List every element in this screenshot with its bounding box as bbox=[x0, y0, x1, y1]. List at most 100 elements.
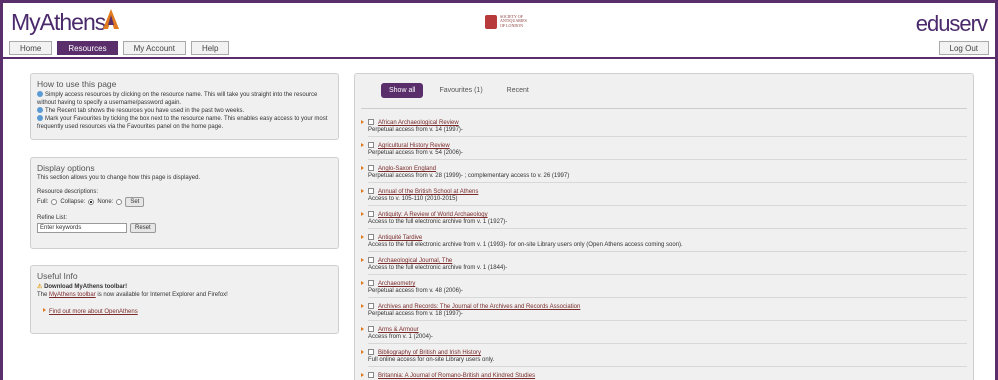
resource-item: African Archaeological Review Perpetual a… bbox=[361, 119, 967, 137]
info-bullet-icon bbox=[37, 91, 43, 97]
display-options-panel: Display options This section allows you … bbox=[30, 157, 339, 249]
arrow-right-icon bbox=[361, 166, 364, 170]
tab-home[interactable]: Home bbox=[9, 41, 53, 55]
useful-info-title: Useful Info bbox=[37, 271, 78, 281]
favourite-checkbox[interactable] bbox=[368, 257, 374, 263]
find-out-more-link[interactable]: Find out more about OpenAthens bbox=[49, 309, 138, 315]
collapse-label: Collapse: bbox=[60, 199, 86, 205]
useful-info-panel: Useful Info ⚠ Download MyAthens toolbar!… bbox=[30, 265, 339, 334]
tab-recent[interactable]: Recent bbox=[499, 83, 537, 98]
toolbar-info-line: The MyAthens toolbar is now available fo… bbox=[37, 292, 228, 298]
resource-title-link[interactable]: Archives and Records: The Journal of the… bbox=[378, 304, 580, 310]
favourite-checkbox[interactable] bbox=[368, 326, 374, 332]
divider bbox=[368, 159, 967, 160]
resource-description: Perpetual access from v. 54 (2006)- bbox=[368, 150, 463, 156]
arrow-right-icon bbox=[361, 235, 364, 239]
descriptions-row: Full: Collapse: None: Set bbox=[37, 197, 332, 207]
resource-item: Antiquité Tardive Access to the full elec… bbox=[361, 234, 967, 252]
divider bbox=[368, 343, 967, 344]
refine-input[interactable]: Enter keywords bbox=[37, 223, 127, 233]
arrow-right-icon bbox=[361, 304, 364, 308]
set-button[interactable]: Set bbox=[125, 197, 145, 207]
favourite-checkbox[interactable] bbox=[368, 280, 374, 286]
myathens-toolbar-link[interactable]: MyAthens toolbar bbox=[49, 292, 96, 298]
resource-description: Perpetual access from v. 48 (2006)- bbox=[368, 288, 463, 294]
divider bbox=[368, 366, 967, 367]
resource-title-link[interactable]: Britannia: A Journal of Romano-British a… bbox=[378, 373, 535, 379]
resource-description: Access to the full electronic archive fr… bbox=[368, 219, 508, 225]
resource-item: Annual of the British School at Athens Ac… bbox=[361, 188, 967, 206]
resource-title-link[interactable]: Annual of the British School at Athens bbox=[378, 189, 478, 195]
how-to-item: Simply access resources by clicking on t… bbox=[37, 91, 318, 106]
favourite-checkbox[interactable] bbox=[368, 165, 374, 171]
divider bbox=[368, 228, 967, 229]
download-toolbar-heading: ⚠ Download MyAthens toolbar! bbox=[37, 284, 128, 290]
logout-button[interactable]: Log Out bbox=[938, 41, 989, 55]
favourite-checkbox[interactable] bbox=[368, 188, 374, 194]
resource-description: Access to v. 105-110 (2010-2015) bbox=[368, 196, 458, 202]
resource-title-link[interactable]: Agricultural History Review bbox=[378, 143, 450, 149]
main-nav: Home Resources My Account Help bbox=[9, 41, 230, 55]
tab-my-account[interactable]: My Account bbox=[122, 41, 186, 55]
tab-show-all[interactable]: Show all bbox=[381, 82, 424, 98]
reset-button[interactable]: Reset bbox=[130, 223, 156, 233]
resource-item: Arms & Armour Access from v. 1 (2004)- bbox=[361, 326, 967, 344]
divider bbox=[368, 205, 967, 206]
resource-title-link[interactable]: Bibliography of British and Irish Histor… bbox=[378, 350, 481, 356]
how-to-title: How to use this page bbox=[37, 79, 117, 89]
refine-row: Enter keywords Reset bbox=[37, 223, 332, 233]
divider bbox=[368, 297, 967, 298]
favourite-checkbox[interactable] bbox=[368, 211, 374, 217]
resource-description: Access to the full electronic archive fr… bbox=[368, 265, 508, 271]
resource-item: Antiquity: A Review of World Archaeology… bbox=[361, 211, 967, 229]
resource-description: Access from v. 1 (2004)- bbox=[368, 334, 433, 340]
resource-title-link[interactable]: Antiquité Tardive bbox=[378, 235, 422, 241]
collapse-radio[interactable] bbox=[88, 199, 95, 205]
favourite-checkbox[interactable] bbox=[368, 234, 374, 240]
eduserv-logo: eduserv bbox=[915, 11, 988, 36]
resource-item: Archives and Records: The Journal of the… bbox=[361, 303, 967, 321]
resource-title-link[interactable]: Archaeometry bbox=[378, 281, 415, 287]
divider bbox=[361, 108, 967, 109]
arrow-right-icon bbox=[361, 327, 364, 331]
tab-favourites[interactable]: Favourites (1) bbox=[431, 83, 490, 98]
info-bullet-icon bbox=[37, 107, 43, 113]
resource-item: Archaeological Journal, The Access to the… bbox=[361, 257, 967, 275]
favourite-checkbox[interactable] bbox=[368, 142, 374, 148]
divider bbox=[368, 274, 967, 275]
resource-title-link[interactable]: African Archaeological Review bbox=[378, 120, 459, 126]
athens-logo-icon bbox=[103, 9, 119, 29]
header: MyAthens SOCIETY OF ANTIQUARIES OF LONDO… bbox=[3, 3, 995, 56]
find-out-more-row: Find out more about OpenAthens bbox=[43, 308, 332, 315]
society-line-3: OF LONDON bbox=[500, 22, 523, 28]
myathens-logo[interactable]: MyAthens bbox=[11, 9, 106, 36]
info-bullet-icon bbox=[37, 115, 43, 121]
resource-title-link[interactable]: Antiquity: A Review of World Archaeology bbox=[378, 212, 488, 218]
arrow-right-icon bbox=[361, 120, 364, 124]
resources-tabs: Show all Favourites (1) Recent bbox=[381, 80, 967, 100]
favourite-checkbox[interactable] bbox=[368, 119, 374, 125]
tab-help[interactable]: Help bbox=[190, 41, 230, 55]
resource-title-link[interactable]: Anglo-Saxon England bbox=[378, 166, 436, 172]
resource-title-link[interactable]: Arms & Armour bbox=[378, 327, 419, 333]
resource-item: Bibliography of British and Irish Histor… bbox=[361, 349, 967, 367]
arrow-right-icon bbox=[361, 189, 364, 193]
resource-title-link[interactable]: Archaeological Journal, The bbox=[378, 258, 452, 264]
divider bbox=[368, 251, 967, 252]
crest-icon bbox=[485, 14, 497, 29]
full-radio[interactable] bbox=[51, 199, 58, 205]
favourite-checkbox[interactable] bbox=[368, 372, 374, 378]
resource-description: Perpetual access from v. 14 (1997)- bbox=[368, 127, 463, 133]
descriptions-label: Resource descriptions: bbox=[37, 189, 99, 195]
none-radio[interactable] bbox=[116, 199, 123, 205]
resource-description: Access to the full electronic archive fr… bbox=[368, 242, 683, 248]
favourite-checkbox[interactable] bbox=[368, 303, 374, 309]
how-to-panel: How to use this page Simply access resou… bbox=[30, 73, 339, 140]
tab-resources[interactable]: Resources bbox=[57, 41, 118, 55]
favourite-checkbox[interactable] bbox=[368, 349, 374, 355]
divider bbox=[368, 182, 967, 183]
resource-list: African Archaeological Review Perpetual a… bbox=[361, 119, 967, 380]
arrow-right-icon bbox=[361, 258, 364, 262]
warning-icon: ⚠ bbox=[37, 284, 43, 290]
resource-description: Perpetual access from v. 18 (1997)- bbox=[368, 311, 463, 317]
